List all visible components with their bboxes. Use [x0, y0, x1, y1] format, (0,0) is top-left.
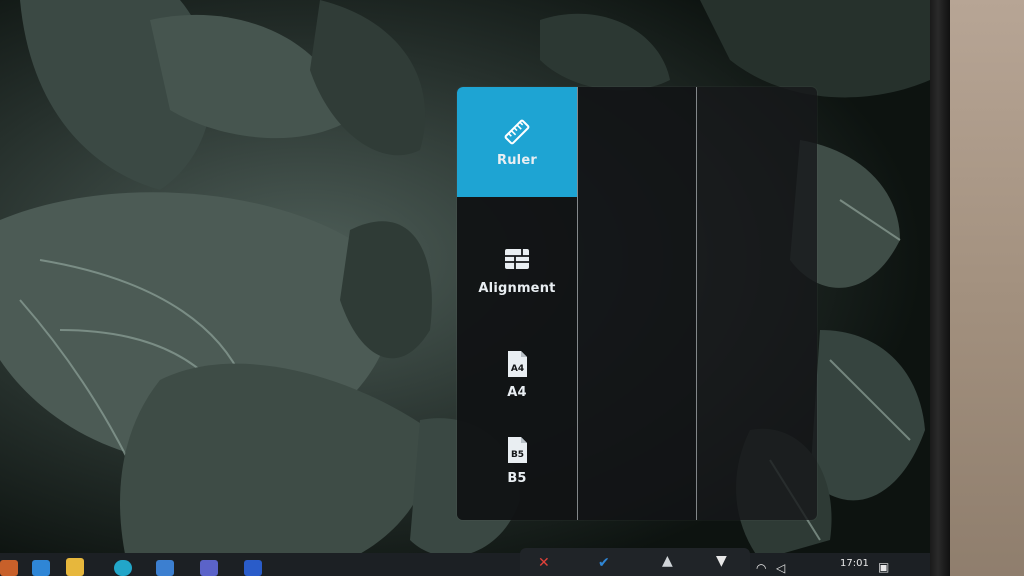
menu-item-label: Ruler [497, 152, 537, 168]
app-icon[interactable] [0, 560, 18, 576]
tray-overflow-popup: ✕ ✔ ▲ ▼ [520, 548, 750, 576]
document-b5-icon: B5 [502, 435, 532, 465]
file-explorer-icon[interactable] [66, 558, 84, 576]
chevron-down-icon[interactable]: ▼ [716, 554, 727, 568]
osd-menu-list: Ruler Alignment A4 A4 B5 B5 [457, 87, 577, 520]
close-icon[interactable]: ✕ [538, 556, 550, 570]
store-icon[interactable] [156, 560, 174, 576]
osd-divider [577, 87, 578, 520]
osd-submenu-column [578, 87, 696, 520]
osd-divider [696, 87, 697, 520]
document-a4-icon: A4 [502, 349, 532, 379]
menu-item-label: A4 [507, 384, 527, 400]
teams-icon[interactable] [200, 560, 218, 576]
volume-icon[interactable]: ◁ [776, 562, 785, 574]
upload-icon[interactable]: ▲ [662, 554, 673, 568]
osd-panel: Ruler Alignment A4 A4 B5 B5 [457, 87, 817, 520]
monitor-bezel [930, 0, 950, 576]
app-icon[interactable] [244, 560, 262, 576]
app-icon[interactable] [32, 560, 50, 576]
menu-item-label: B5 [507, 470, 527, 486]
grid-layout-icon [502, 245, 532, 275]
ruler-icon [502, 117, 532, 147]
svg-text:B5: B5 [511, 450, 524, 460]
menu-item-b5[interactable]: B5 B5 [457, 405, 577, 515]
wifi-icon[interactable]: ◠ [756, 562, 766, 574]
svg-text:A4: A4 [511, 364, 524, 374]
menu-item-alignment[interactable]: Alignment [457, 215, 577, 325]
background-wall [950, 0, 1024, 576]
browser-icon[interactable] [114, 560, 132, 576]
taskbar-clock[interactable]: 17:01 [840, 558, 869, 569]
menu-item-label: Alignment [478, 280, 556, 296]
taskbar [0, 553, 930, 576]
menu-item-ruler[interactable]: Ruler [457, 87, 577, 197]
check-icon[interactable]: ✔ [598, 556, 610, 570]
notification-icon[interactable]: ▣ [878, 561, 889, 573]
